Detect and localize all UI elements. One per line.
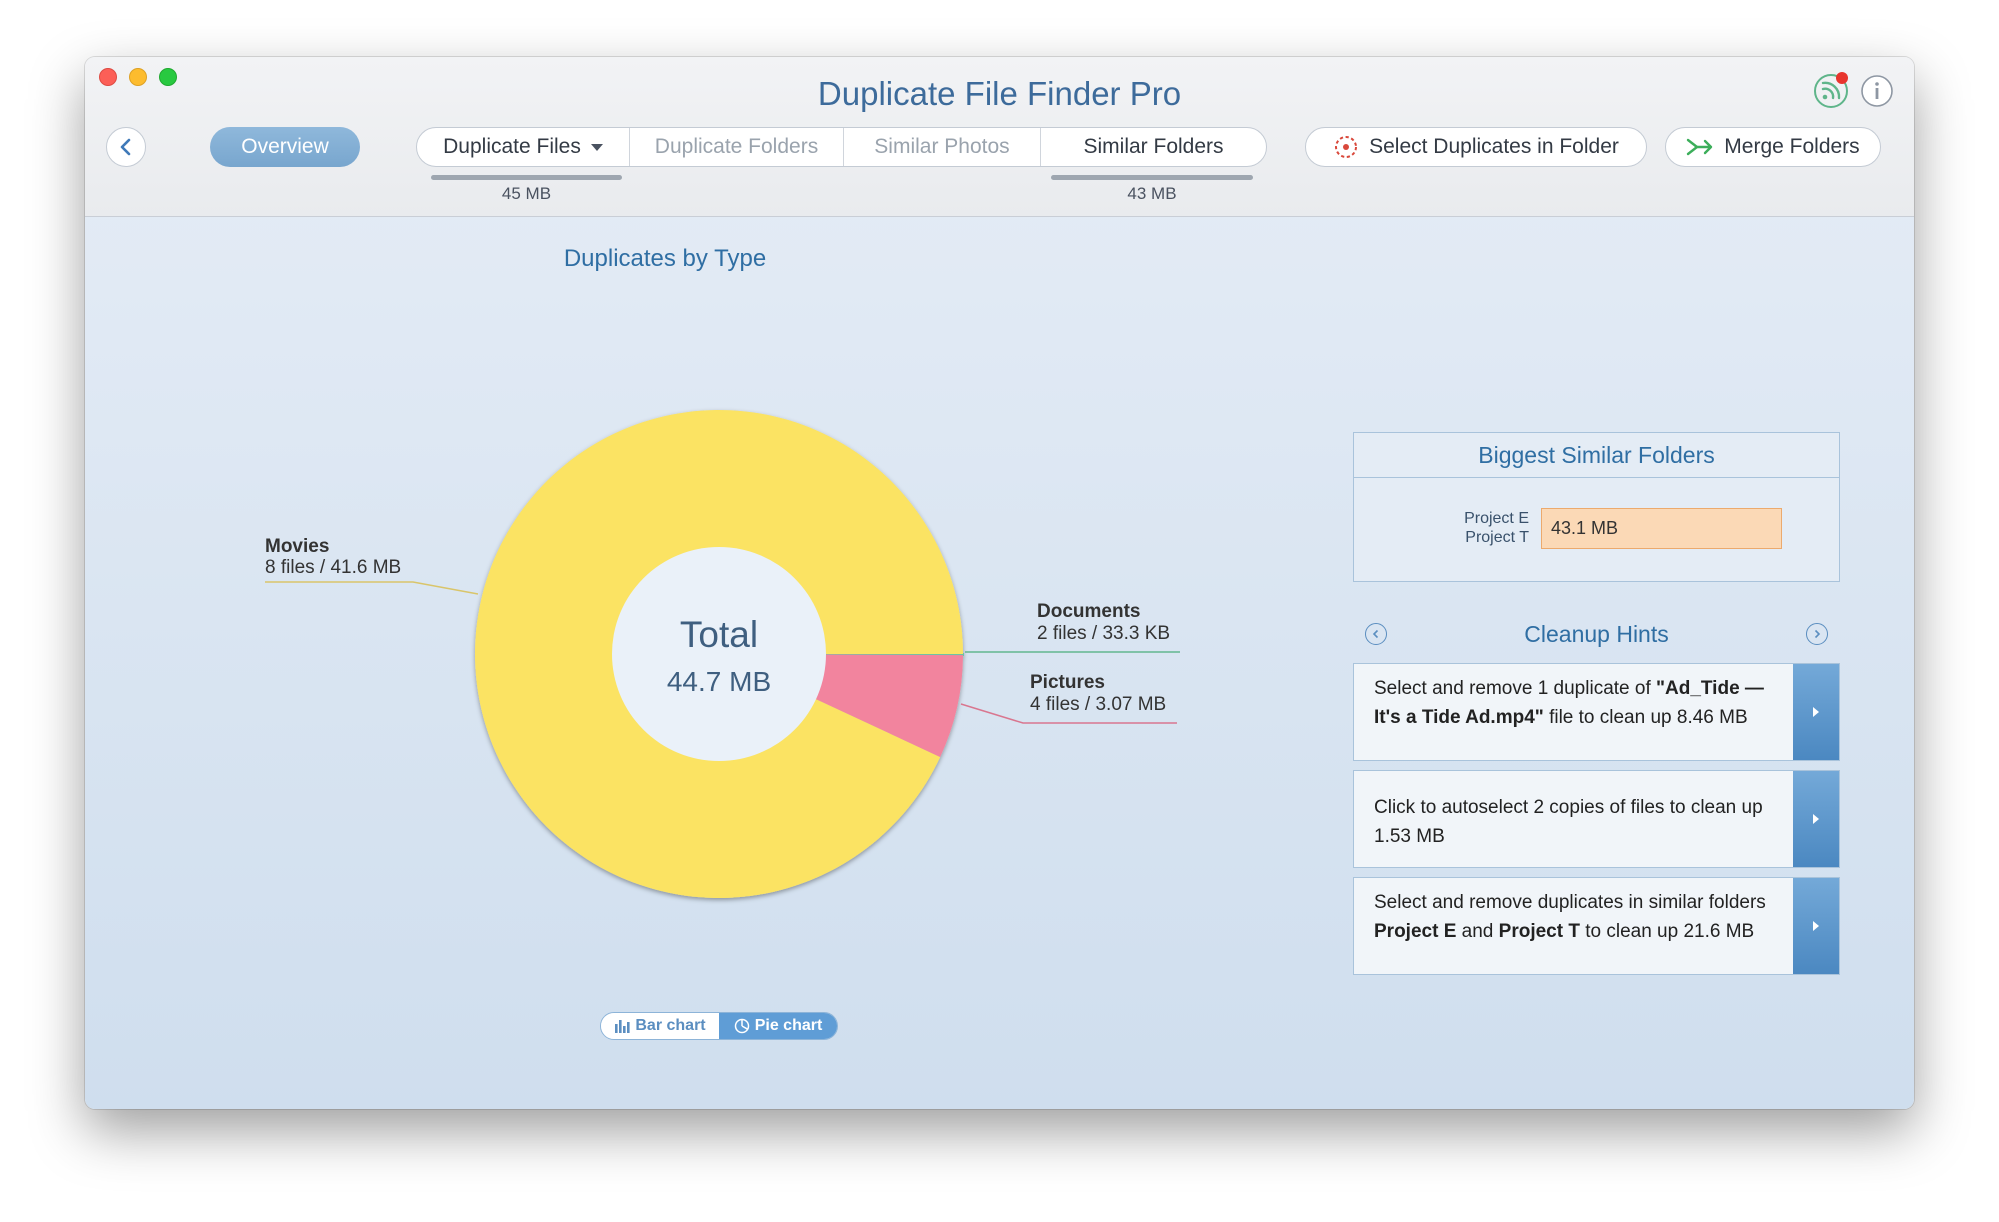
bar-chart-label: Bar chart xyxy=(635,1017,706,1034)
pie-chart: Total 44.7 MB xyxy=(265,409,1180,898)
duplicate-files-size: 45 MB xyxy=(501,184,552,203)
chevron-left-icon xyxy=(120,138,131,156)
pictures-detail: 4 files / 3.07 MB xyxy=(1030,694,1167,715)
overview-button[interactable]: Overview xyxy=(210,127,360,167)
tab-similar-photos[interactable]: Similar Photos xyxy=(844,128,1041,166)
tab-duplicate-folders[interactable]: Duplicate Folders xyxy=(630,128,844,166)
pie-chart-label: Pie chart xyxy=(754,1017,823,1034)
chevron-right-icon xyxy=(1814,629,1821,639)
pie-center-label: Total xyxy=(680,614,758,655)
rss-feed-icon[interactable] xyxy=(1812,71,1850,109)
documents-label: Documents xyxy=(1037,601,1141,622)
merge-folders-button[interactable]: Merge Folders xyxy=(1665,127,1881,167)
tab-label: Similar Photos xyxy=(874,135,1010,158)
chart-type-toggle: Bar chart Pie chart xyxy=(600,1012,838,1040)
hint-text: Select and remove duplicates in similar … xyxy=(1374,892,1766,942)
cleanup-hints-header: Cleanup Hints xyxy=(1353,617,1840,653)
biggest-similar-folders-panel: Biggest Similar Folders Project E Projec… xyxy=(1353,432,1840,582)
info-icon[interactable] xyxy=(1860,74,1894,108)
hint-text: Select and remove 1 duplicate of "Ad_Tid… xyxy=(1374,678,1764,728)
movies-leader-line xyxy=(265,581,479,595)
back-button[interactable] xyxy=(106,127,146,167)
hint-text: Click to autoselect 2 copies of files to… xyxy=(1374,797,1763,847)
movies-label: Movies xyxy=(265,536,330,557)
tab-underline xyxy=(1051,175,1253,180)
cleanup-hints-title: Cleanup Hints xyxy=(1524,621,1669,647)
hint-card[interactable]: Select and remove 1 duplicate of "Ad_Tid… xyxy=(1353,663,1840,761)
pie-chart-icon xyxy=(734,1018,749,1034)
tab-label: Similar Folders xyxy=(1083,135,1224,158)
play-arrow-icon xyxy=(1813,921,1819,931)
play-arrow-icon xyxy=(1813,707,1819,717)
notification-badge-icon xyxy=(1836,72,1848,84)
pie-chart-button[interactable]: Pie chart xyxy=(719,1013,837,1039)
tab-underline xyxy=(431,175,622,180)
tab-label: Duplicate Folders xyxy=(654,135,819,158)
apply-hint-button[interactable] xyxy=(1793,878,1839,974)
folder-size-bar[interactable]: 43.1 MB xyxy=(1541,508,1782,549)
app-window: Duplicate File Finder Pro Overview Dupli… xyxy=(85,57,1914,1109)
pie-center-value: 44.7 MB xyxy=(667,666,771,697)
overview-panel: Duplicates by Type Total 44.7 MB Movies … xyxy=(85,217,1914,1109)
pictures-label: Pictures xyxy=(1030,672,1105,693)
hint-card[interactable]: Click to autoselect 2 copies of files to… xyxy=(1353,770,1840,868)
apply-hint-button[interactable] xyxy=(1793,664,1839,760)
bar-chart-button[interactable]: Bar chart xyxy=(601,1013,719,1039)
movies-detail: 8 files / 41.6 MB xyxy=(265,557,402,578)
app-title: Duplicate File Finder Pro xyxy=(817,75,1182,112)
panel-title: Biggest Similar Folders xyxy=(1354,433,1839,478)
tab-duplicate-files[interactable]: Duplicate Files xyxy=(417,128,630,166)
bar-chart-icon xyxy=(615,1020,630,1033)
folder-name-a: Project E xyxy=(1464,510,1529,527)
tab-similar-folders[interactable]: Similar Folders xyxy=(1041,128,1266,166)
apply-hint-button[interactable] xyxy=(1793,771,1839,867)
documents-detail: 2 files / 33.3 KB xyxy=(1037,623,1171,644)
merge-arrow-icon xyxy=(1687,138,1713,156)
titlebar: Duplicate File Finder Pro Overview Dupli… xyxy=(85,57,1914,217)
hint-card[interactable]: Select and remove duplicates in similar … xyxy=(1353,877,1840,975)
tab-label: Duplicate Files xyxy=(443,135,581,158)
folder-name-b: Project T xyxy=(1465,529,1529,546)
select-duplicates-label: Select Duplicates in Folder xyxy=(1369,135,1619,158)
folder-pair-names: Project E Project T xyxy=(1414,509,1529,547)
view-tabs: Duplicate Files Duplicate Folders Simila… xyxy=(416,127,1267,167)
select-duplicates-in-folder-button[interactable]: Select Duplicates in Folder xyxy=(1305,127,1647,167)
chevron-down-icon xyxy=(590,143,603,151)
play-arrow-icon xyxy=(1813,814,1819,824)
similar-folders-size: 43 MB xyxy=(1127,184,1177,203)
next-hint-button[interactable] xyxy=(1806,623,1828,645)
target-icon xyxy=(1335,136,1358,158)
merge-folders-label: Merge Folders xyxy=(1724,135,1860,158)
